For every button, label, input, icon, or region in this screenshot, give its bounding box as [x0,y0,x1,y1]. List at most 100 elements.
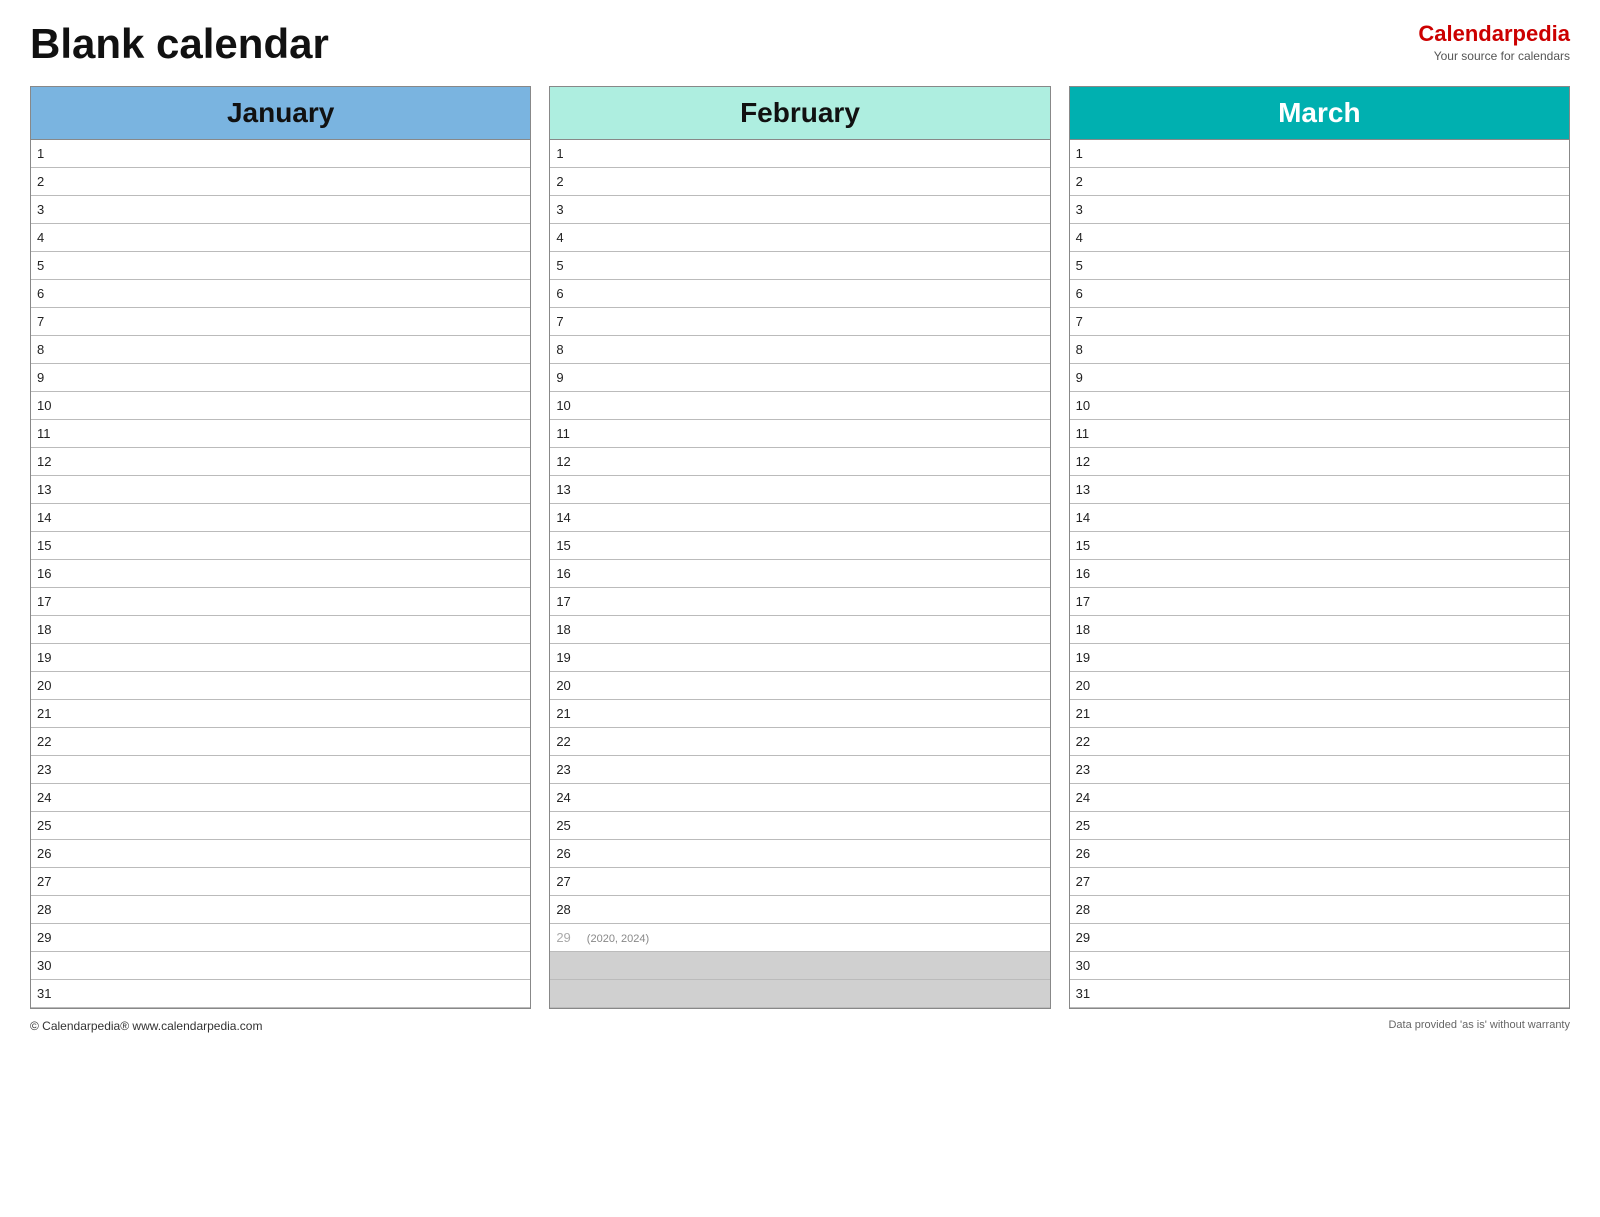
day-content [577,392,1050,420]
day-content [57,896,530,924]
day-number: 30 [31,952,57,980]
day-number: 4 [1070,224,1096,252]
table-row: 19 [550,644,1049,672]
day-content [577,336,1050,364]
table-row: 4 [550,224,1049,252]
day-number: 15 [1070,532,1096,560]
day-content [577,560,1050,588]
day-content [57,364,530,392]
day-number: 1 [550,140,576,168]
brand-name: Calendarpedia [1418,20,1570,49]
day-content [1096,980,1569,1008]
table-row: 26 [31,840,530,868]
day-content [57,476,530,504]
day-number: 7 [31,308,57,336]
day-number: 10 [1070,392,1096,420]
day-number: 24 [1070,784,1096,812]
day-number: 27 [550,868,576,896]
day-content [57,504,530,532]
table-row: 13 [1070,476,1569,504]
day-number: 16 [550,560,576,588]
day-content [1096,420,1569,448]
day-number: 29 [550,924,576,952]
table-row: 6 [31,280,530,308]
day-number: 20 [550,672,576,700]
day-number: 29 [31,924,57,952]
table-row: 20 [1070,672,1569,700]
day-number: 31 [1070,980,1096,1008]
day-content [577,224,1050,252]
table-row: 19 [31,644,530,672]
day-number: 27 [1070,868,1096,896]
day-content [1096,252,1569,280]
table-row: 7 [550,308,1049,336]
month-header-march: March [1070,87,1569,140]
table-row: 8 [550,336,1049,364]
day-number: 23 [550,756,576,784]
table-row: 26 [1070,840,1569,868]
table-row: 9 [1070,364,1569,392]
table-row: 28 [1070,896,1569,924]
day-number [550,952,576,980]
day-number: 14 [550,504,576,532]
day-content: (2020, 2024) [577,924,1050,952]
brand: Calendarpedia Your source for calendars [1418,20,1570,64]
day-content [57,532,530,560]
table-row: 10 [31,392,530,420]
day-content [577,840,1050,868]
day-number: 17 [550,588,576,616]
day-content [577,588,1050,616]
day-number: 11 [31,420,57,448]
table-row: 28 [31,896,530,924]
day-content [57,560,530,588]
table-row: 5 [550,252,1049,280]
table-row: 23 [1070,756,1569,784]
day-content [57,224,530,252]
day-content [57,644,530,672]
day-content [1096,588,1569,616]
day-number: 20 [1070,672,1096,700]
day-number: 17 [1070,588,1096,616]
page-header: Blank calendar Calendarpedia Your source… [30,20,1570,68]
footer-copyright: © Calendarpedia® www.calendarpedia.com [30,1019,262,1033]
day-number: 11 [550,420,576,448]
brand-name-part1: Calendar [1418,21,1512,46]
day-content [577,700,1050,728]
day-content [57,448,530,476]
day-number: 23 [31,756,57,784]
day-number: 13 [550,476,576,504]
table-row: 28 [550,896,1049,924]
table-row: 9 [31,364,530,392]
table-row: 1 [1070,140,1569,168]
day-content [1096,392,1569,420]
table-row: 29(2020, 2024) [550,924,1049,952]
day-number: 26 [1070,840,1096,868]
brand-tagline: Your source for calendars [1418,49,1570,65]
table-row: 3 [31,196,530,224]
day-content [57,672,530,700]
day-content [577,868,1050,896]
day-content [57,756,530,784]
day-number [550,980,576,1008]
day-content [57,588,530,616]
table-row: 21 [1070,700,1569,728]
day-content [577,420,1050,448]
day-number: 14 [31,504,57,532]
day-number: 3 [31,196,57,224]
calendars-container: January 12345678910111213141516171819202… [30,86,1570,1009]
day-content [577,140,1050,168]
day-content [1096,280,1569,308]
table-row: 2 [31,168,530,196]
day-content [57,868,530,896]
day-content [577,812,1050,840]
day-number: 28 [1070,896,1096,924]
table-row: 10 [1070,392,1569,420]
day-number: 21 [1070,700,1096,728]
table-row: 10 [550,392,1049,420]
table-row: 30 [1070,952,1569,980]
day-number: 2 [31,168,57,196]
day-number: 25 [31,812,57,840]
table-row: 31 [1070,980,1569,1008]
table-row: 8 [31,336,530,364]
day-content [57,392,530,420]
